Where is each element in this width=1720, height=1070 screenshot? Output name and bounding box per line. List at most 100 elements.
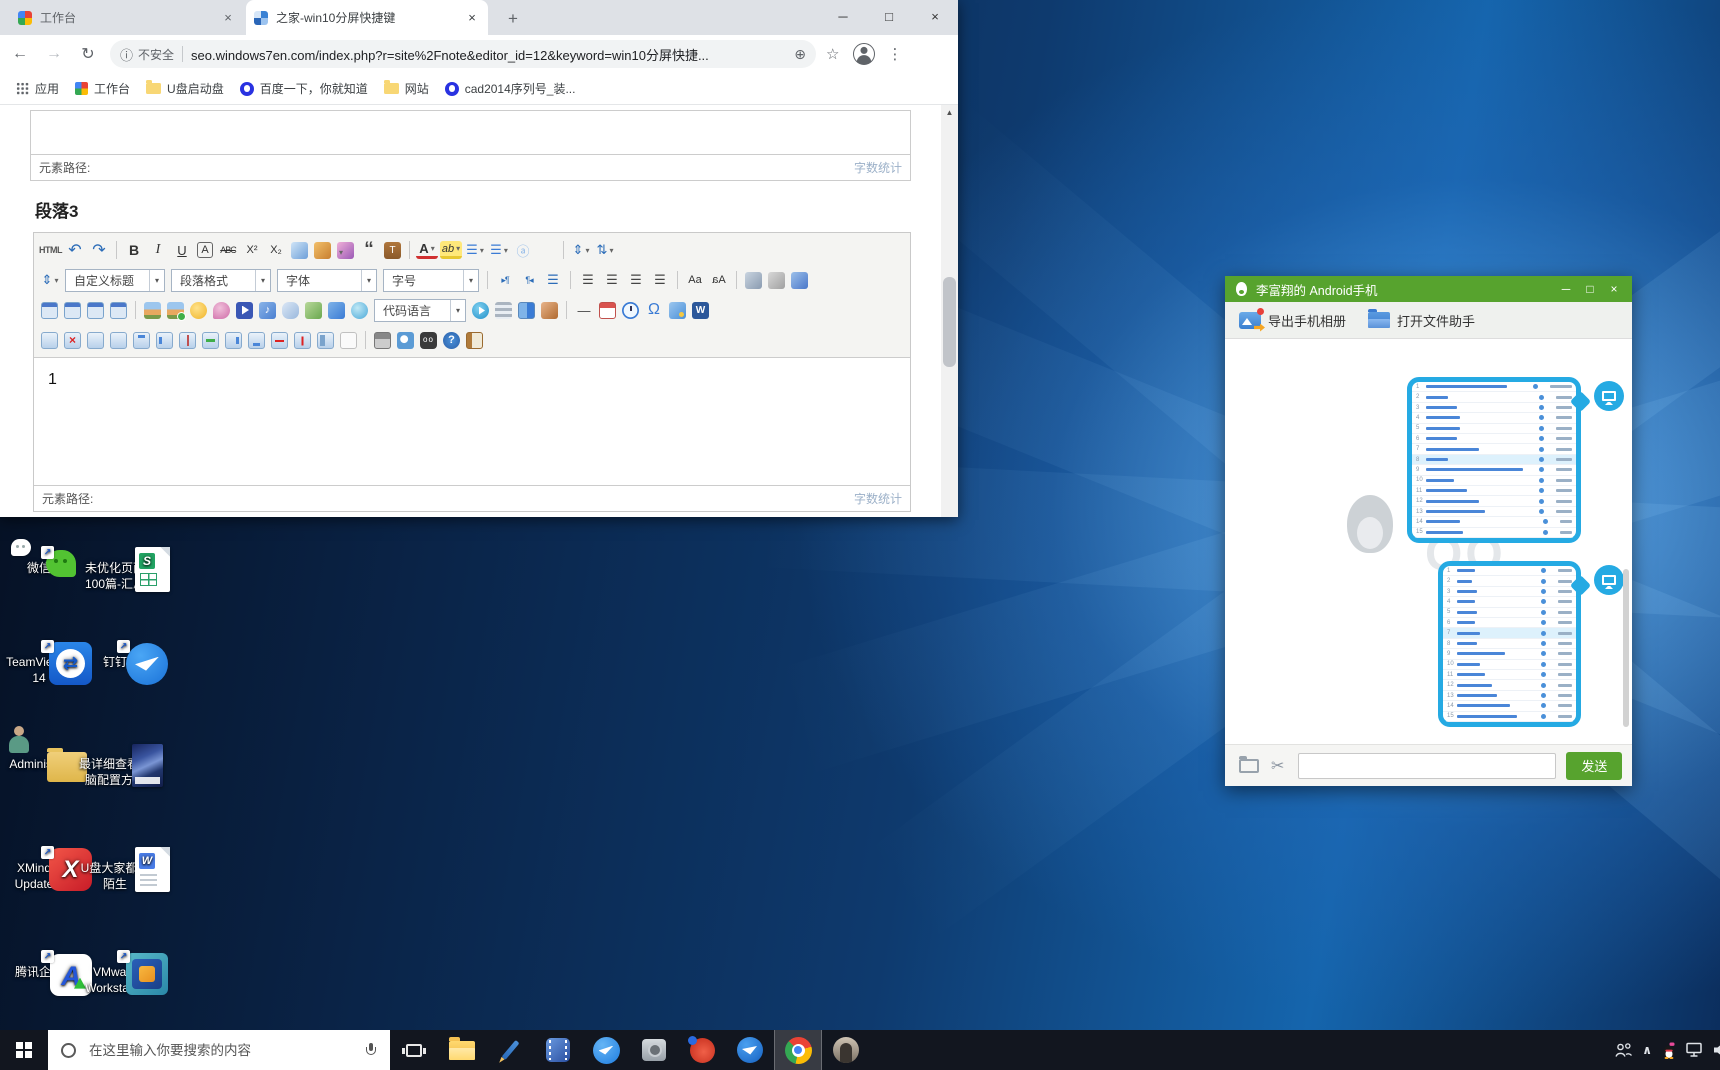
toolbar-paste-icon[interactable]: [466, 332, 483, 349]
microphone-icon[interactable]: [366, 1043, 376, 1057]
toolbar-align-left-icon[interactable]: ☰: [577, 269, 599, 291]
toolbar-horizontal-rule-icon[interactable]: —: [573, 299, 595, 321]
editor-content-area[interactable]: 1: [34, 361, 910, 487]
tray-qq-icon[interactable]: [1661, 1042, 1677, 1059]
task-view-button[interactable]: [390, 1030, 438, 1070]
code-language-select[interactable]: 代码语言▾: [374, 299, 466, 322]
toolbar-to-uppercase-icon[interactable]: Aa: [684, 269, 706, 291]
taskbar-screenshot-app[interactable]: [678, 1030, 726, 1070]
toolbar-embed-media-icon[interactable]: [472, 302, 489, 319]
taskbar-search[interactable]: [48, 1030, 390, 1070]
tab-current-page[interactable]: 之家-win10分屏快捷键 ×: [246, 0, 488, 35]
window-maximize-button[interactable]: □: [866, 0, 912, 35]
bookmark-cad2014[interactable]: cad2014序列号_装...: [445, 80, 576, 97]
toolbar-paragraph-margin-icon[interactable]: ⇅: [594, 239, 616, 261]
toolbar-remote-image-icon[interactable]: [541, 302, 558, 319]
toolbar-clear-content-icon[interactable]: [340, 332, 357, 349]
toolbar-italic-icon[interactable]: I: [147, 239, 169, 261]
bookmark-workbench[interactable]: 工作台: [75, 80, 130, 97]
toolbar-line-spacing-icon[interactable]: ⇕: [39, 269, 61, 291]
tray-volume-icon[interactable]: [1714, 1043, 1720, 1057]
toolbar-delete-table-icon[interactable]: [64, 332, 81, 349]
toolbar-blockquote-icon[interactable]: “: [358, 239, 380, 261]
tab-close-icon[interactable]: ×: [220, 10, 236, 26]
screenshot-message-bubble[interactable]: 123456789101112131415: [1407, 377, 1581, 543]
toolbar-insert-link-icon[interactable]: [745, 272, 762, 289]
paragraph-format-select[interactable]: 段落格式▾: [171, 269, 271, 292]
toolbar-first-line-indent-icon[interactable]: ☰: [542, 269, 564, 291]
toolbar-subscript-icon[interactable]: X₂: [265, 239, 287, 261]
toolbar-insert-col-right-icon[interactable]: [225, 332, 242, 349]
screen-share-icon[interactable]: [1594, 381, 1624, 411]
toolbar-help-icon[interactable]: [443, 332, 460, 349]
toolbar-insert-image-icon[interactable]: [144, 302, 161, 319]
toolbar-emoticon-icon[interactable]: [190, 302, 207, 319]
taskbar-video-app[interactable]: [534, 1030, 582, 1070]
forward-button[interactable]: →: [40, 45, 68, 63]
start-button[interactable]: [0, 1030, 48, 1070]
toolbar-outdent-icon[interactable]: ¶◂: [518, 269, 540, 291]
toolbar-table-style-icon[interactable]: [317, 332, 334, 349]
toolbar-insert-col-left-icon[interactable]: [156, 332, 173, 349]
window-maximize-button[interactable]: □: [1578, 282, 1602, 296]
toolbar-insert-row-above-icon[interactable]: [133, 332, 150, 349]
window-close-button[interactable]: ×: [1602, 282, 1626, 296]
bookmark-usb-boot[interactable]: U盘启动盘: [146, 80, 224, 97]
word-count-link[interactable]: 字数统计: [854, 159, 902, 176]
toolbar-insert-video-icon[interactable]: [236, 302, 253, 319]
people-icon[interactable]: [1614, 1042, 1633, 1058]
toolbar-word-import-icon[interactable]: [692, 302, 709, 319]
site-info-icon[interactable]: ⓘ: [120, 45, 133, 64]
window-minimize-button[interactable]: ─: [820, 0, 866, 35]
toolbar-ordered-list-icon[interactable]: ☰: [464, 239, 486, 261]
toolbar-format-brush-icon[interactable]: [314, 242, 331, 259]
font-family-select[interactable]: 字体▾: [277, 269, 377, 292]
editor-fragment-above[interactable]: 元素路径: 字数统计: [30, 110, 911, 181]
toolbar-cell-properties-icon[interactable]: [110, 332, 127, 349]
export-album-button[interactable]: 导出手机相册: [1239, 311, 1346, 330]
url-field[interactable]: ⓘ 不安全 seo.windows7en.com/index.php?r=sit…: [110, 40, 816, 68]
toolbar-font-color-icon[interactable]: A: [416, 241, 438, 259]
toolbar-preview-icon[interactable]: [397, 332, 414, 349]
send-button[interactable]: 发送: [1566, 752, 1622, 780]
toolbar-eraser-icon[interactable]: [291, 242, 308, 259]
toolbar-indent-icon[interactable]: ▸¶: [494, 269, 516, 291]
toolbar-html-source-icon[interactable]: HTML: [39, 239, 62, 261]
toolbar-split-cell-icon[interactable]: [179, 332, 196, 349]
toolbar-print-icon[interactable]: [374, 332, 391, 349]
toolbar-clock-icon[interactable]: [622, 302, 639, 319]
screenshot-message-bubble[interactable]: 123456789101112131415: [1438, 561, 1581, 727]
tray-network-icon[interactable]: [1686, 1042, 1705, 1058]
bookmark-apps[interactable]: 应用: [16, 80, 59, 97]
desktop-icon-tencent-qidian[interactable]: 腾讯企点: [0, 934, 78, 981]
toolbar-graffiti-icon[interactable]: [213, 302, 230, 319]
profile-avatar-icon[interactable]: [853, 43, 875, 65]
toolbar-insert-map-icon[interactable]: [305, 302, 322, 319]
chat-scrollbar-thumb[interactable]: [1623, 569, 1629, 727]
toolbar-align-center-icon[interactable]: ☰: [601, 269, 623, 291]
tab-close-icon[interactable]: ×: [464, 10, 480, 26]
toolbar-insert-row-below-icon[interactable]: [248, 332, 265, 349]
toolbar-unlink-icon[interactable]: [768, 272, 785, 289]
toolbar-img-block-icon[interactable]: [110, 302, 127, 319]
font-size-select[interactable]: 字号▾: [383, 269, 479, 292]
desktop-icon-administrator-folder[interactable]: Administr...: [0, 726, 78, 773]
desktop-icon-xmind[interactable]: XMind 8 Update 7: [0, 830, 78, 892]
back-button[interactable]: ←: [6, 45, 34, 63]
toolbar-undo-icon[interactable]: ↶: [64, 239, 86, 261]
scrollbar-thumb[interactable]: [943, 277, 956, 367]
toolbar-img-float-right-icon[interactable]: [87, 302, 104, 319]
toolbar-split-layout-icon[interactable]: [518, 302, 535, 319]
toolbar-line-height-icon[interactable]: ⇕: [570, 239, 592, 261]
toolbar-bold-icon[interactable]: B: [123, 239, 145, 261]
toolbar-page-break-icon[interactable]: [495, 302, 512, 319]
send-file-icon[interactable]: [1239, 759, 1259, 773]
reload-button[interactable]: ↻: [74, 44, 102, 64]
toolbar-special-char-icon[interactable]: Ω: [643, 299, 665, 321]
window-minimize-button[interactable]: ─: [1554, 282, 1578, 296]
taskbar-dingtalk[interactable]: [582, 1030, 630, 1070]
tab-workbench[interactable]: 工作台 ×: [10, 0, 244, 35]
desktop-icon-unoptimized-pages[interactable]: 未优化页面 100篇-汇总: [76, 530, 154, 592]
toolbar-img-float-left-icon[interactable]: [41, 302, 58, 319]
desktop-icon-dingtalk[interactable]: 钉钉: [76, 624, 154, 671]
